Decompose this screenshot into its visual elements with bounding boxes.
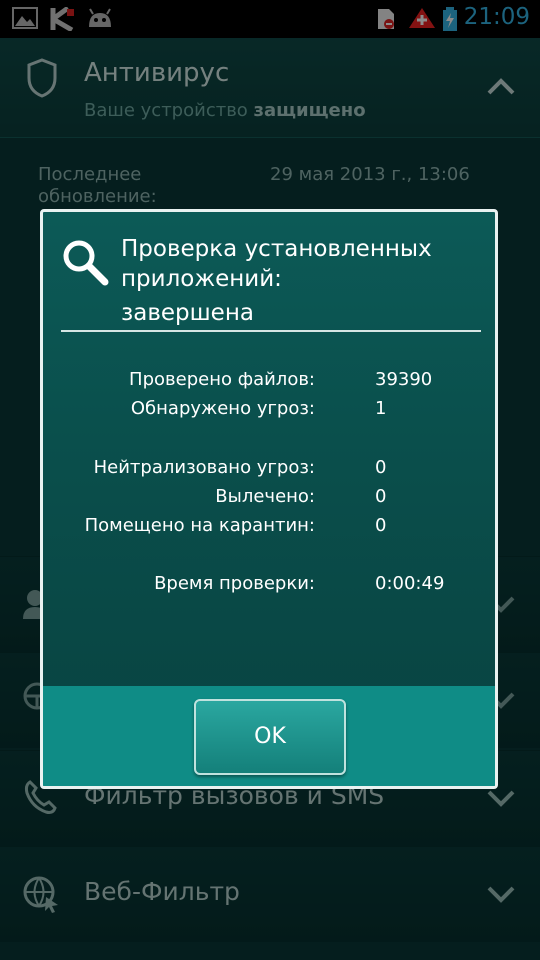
neutralized-label: Нейтрализовано угроз: xyxy=(93,457,315,478)
search-icon xyxy=(61,238,109,290)
cured-value: 0 xyxy=(375,486,387,507)
duration-label: Время проверки: xyxy=(154,573,315,594)
title-divider xyxy=(61,330,481,332)
dialog-status: завершена xyxy=(121,300,254,326)
threats-found-value: 1 xyxy=(375,398,387,419)
quarantined-label: Помещено на карантин: xyxy=(84,515,315,536)
neutralized-value: 0 xyxy=(375,457,387,478)
duration-value: 0:00:49 xyxy=(375,573,445,594)
ok-button[interactable]: OK xyxy=(194,699,346,775)
files-checked-value: 39390 xyxy=(375,369,433,390)
quarantined-value: 0 xyxy=(375,515,387,536)
threats-found-label: Обнаружено угроз: xyxy=(130,398,315,419)
files-checked-label: Проверено файлов: xyxy=(129,369,315,390)
cured-label: Вылечено: xyxy=(215,486,315,507)
scan-result-dialog: Проверка установленных приложений: завер… xyxy=(40,209,498,789)
dialog-title: Проверка установленных приложений: xyxy=(121,236,432,292)
